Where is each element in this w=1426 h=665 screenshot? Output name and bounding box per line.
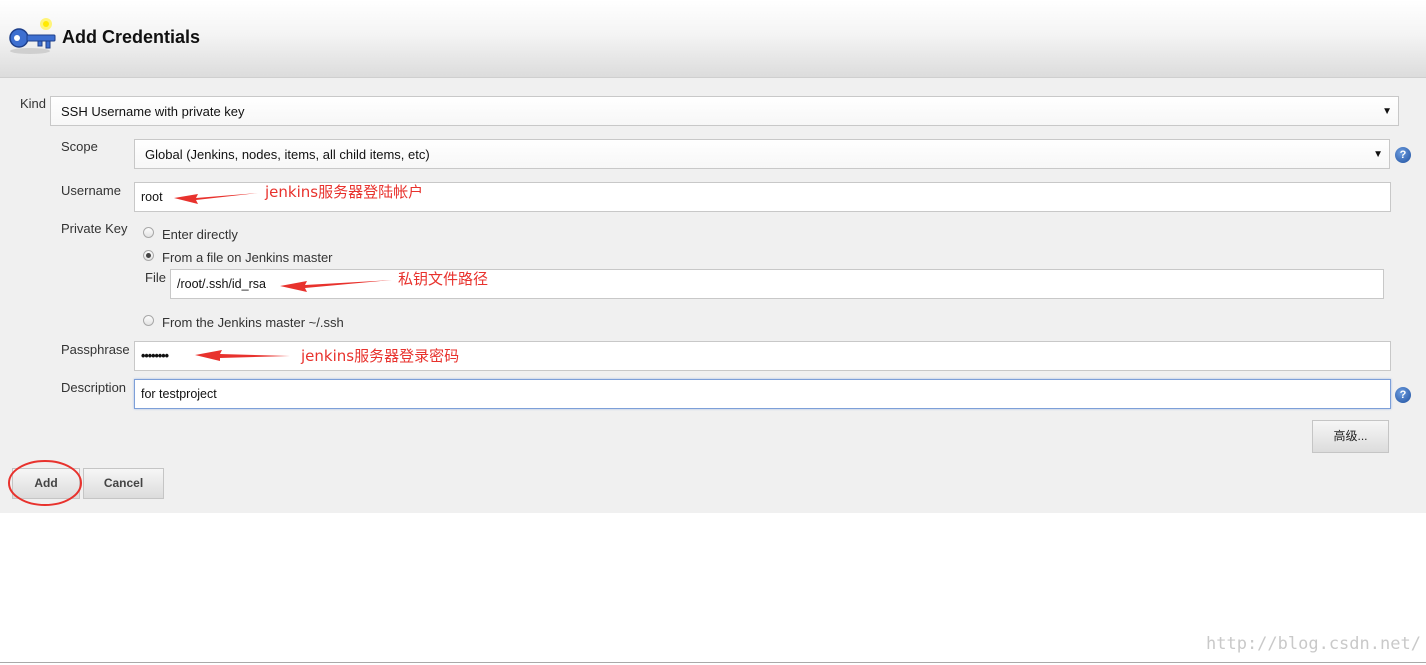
- kind-select-value: SSH Username with private key: [61, 104, 245, 119]
- page-title: Add Credentials: [62, 27, 201, 47]
- pk-option-label: From a file on Jenkins master: [162, 250, 333, 265]
- watermark: http://blog.csdn.net/: [1206, 634, 1421, 654]
- help-icon[interactable]: ?: [1395, 147, 1411, 163]
- username-label: Username: [61, 183, 121, 198]
- page-header: Add Credentials: [0, 0, 1426, 78]
- passphrase-annotation: jenkins服务器登录密码: [301, 347, 460, 365]
- file-input[interactable]: /root/.ssh/id_rsa: [170, 269, 1384, 299]
- username-annotation: jenkins服务器登陆帐户: [265, 183, 424, 201]
- kind-label: Kind: [20, 96, 47, 111]
- cancel-button[interactable]: Cancel: [83, 468, 164, 499]
- chevron-down-icon: ▼: [1373, 149, 1383, 160]
- passphrase-label: Passphrase: [61, 342, 130, 357]
- pk-from-file-radio[interactable]: [143, 250, 154, 261]
- private-key-label: Private Key: [61, 221, 128, 236]
- advanced-button[interactable]: 高级...: [1312, 420, 1389, 453]
- pk-enter-directly-radio[interactable]: [143, 227, 154, 238]
- scope-select[interactable]: Global (Jenkins, nodes, items, all child…: [134, 139, 1390, 169]
- pk-option-label: From the Jenkins master ~/.ssh: [162, 315, 344, 330]
- bottom-divider: [0, 662, 1426, 663]
- chevron-down-icon: ▼: [1382, 106, 1392, 117]
- scope-label: Scope: [61, 139, 98, 154]
- kind-select[interactable]: SSH Username with private key ▼: [50, 96, 1399, 126]
- key-icon: [9, 18, 56, 54]
- description-input[interactable]: for testproject: [134, 379, 1391, 409]
- help-icon[interactable]: ?: [1395, 387, 1411, 403]
- scope-select-value: Global (Jenkins, nodes, items, all child…: [145, 147, 430, 162]
- pk-from-ssh-radio[interactable]: [143, 315, 154, 326]
- add-button[interactable]: Add: [12, 468, 80, 499]
- pk-option-label: Enter directly: [162, 227, 238, 242]
- description-label: Description: [61, 380, 127, 395]
- file-label: File: [145, 270, 166, 285]
- file-annotation: 私钥文件路径: [398, 270, 489, 288]
